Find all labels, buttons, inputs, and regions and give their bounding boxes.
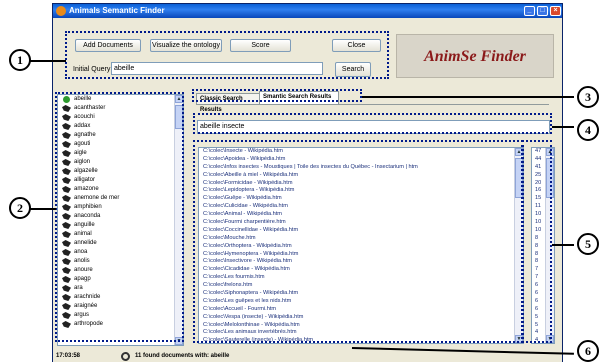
maximize-icon[interactable]: □ (537, 6, 548, 16)
callout-line-3 (362, 96, 574, 98)
status-message: 11 found documents with: abeille (135, 353, 230, 359)
callout-2: 2 (9, 197, 31, 219)
annotation-box-5 (522, 140, 552, 343)
callout-line-1 (30, 60, 66, 62)
status-time: 17:03:58 (56, 353, 81, 359)
callout-1: 1 (9, 49, 31, 71)
app-icon (56, 6, 66, 16)
annotation-box-1 (65, 31, 389, 79)
status-bar: 17:03:58 11 found documents with: abeill… (53, 351, 562, 362)
callout-6: 6 (577, 340, 599, 362)
minimize-icon[interactable]: _ (524, 6, 535, 16)
window-title: Animals Semantic Finder (69, 6, 165, 15)
callout-5: 5 (577, 233, 599, 255)
callout-line-4 (552, 126, 574, 128)
callout-4: 4 (577, 119, 599, 141)
tab-separator (196, 104, 549, 105)
title-bar: Animals Semantic Finder _ □ × (53, 4, 562, 18)
annotation-box-4 (193, 113, 552, 134)
annotation-box-6 (193, 140, 523, 343)
app-logo: AnimSe Finder (396, 34, 554, 78)
callout-line-5 (552, 244, 574, 246)
callout-3: 3 (577, 86, 599, 108)
callout-line-2 (30, 208, 56, 210)
search-icon (121, 352, 130, 361)
annotation-box-2 (55, 92, 184, 342)
annotation-box-3 (192, 89, 362, 102)
close-window-icon[interactable]: × (550, 6, 561, 16)
